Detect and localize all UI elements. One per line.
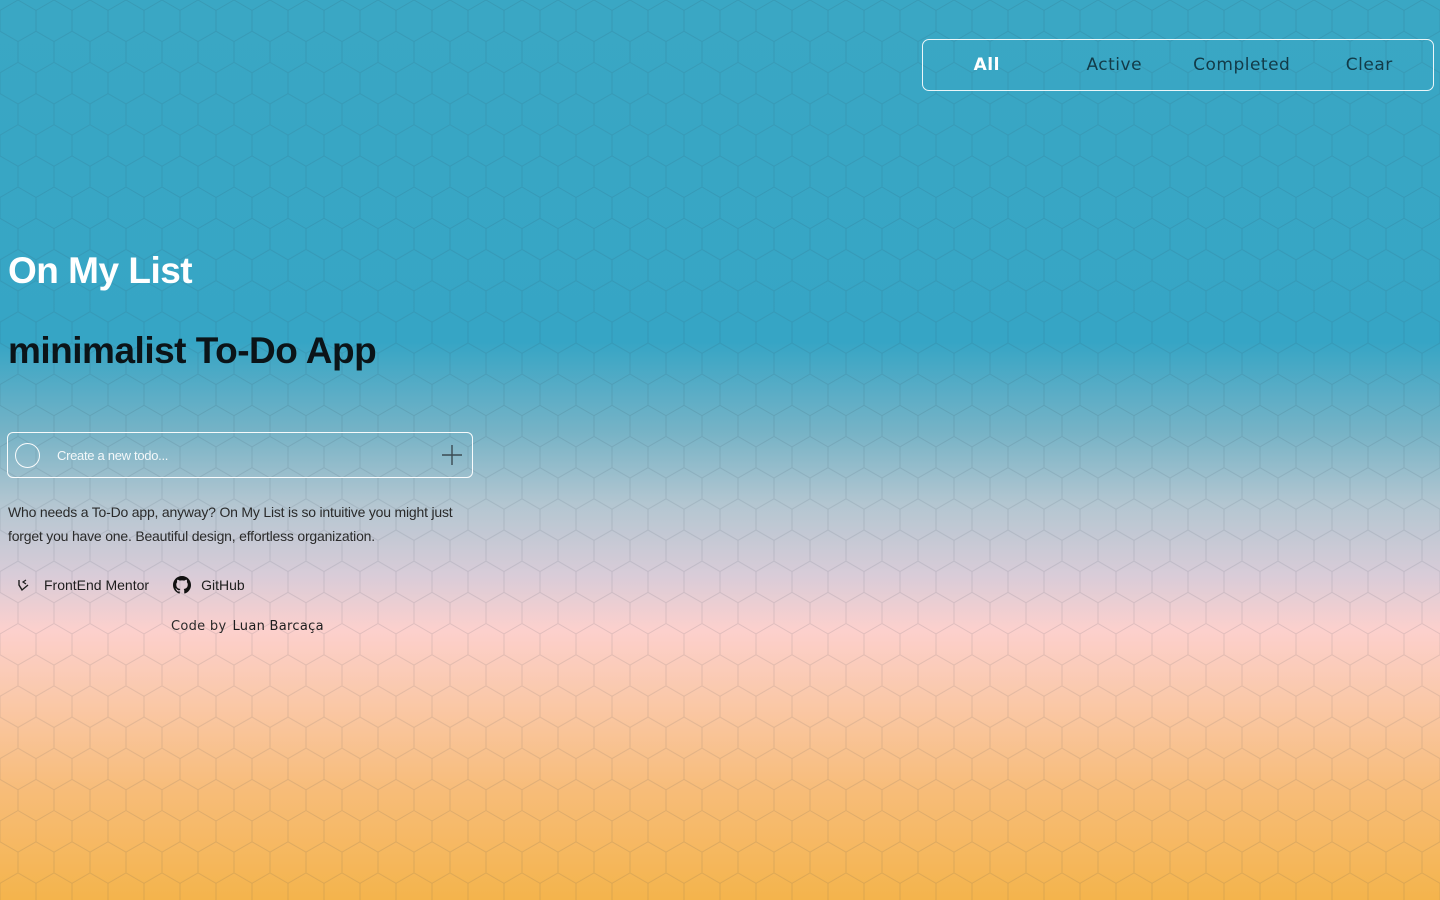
- filter-all-button[interactable]: All: [923, 40, 1051, 90]
- app-subtitle: minimalist To-Do App: [8, 330, 377, 371]
- clear-completed-button[interactable]: Clear: [1306, 40, 1434, 90]
- github-label: GitHub: [201, 577, 245, 593]
- filter-bar: All Active Completed Clear: [922, 39, 1434, 91]
- new-todo-input[interactable]: [55, 446, 438, 464]
- filter-completed-button[interactable]: Completed: [1178, 40, 1306, 90]
- frontend-mentor-label: FrontEnd Mentor: [44, 577, 150, 593]
- app-title: On My List: [8, 250, 193, 291]
- app-description: Who needs a To-Do app, anyway? On My Lis…: [8, 504, 453, 544]
- author-link[interactable]: Luan Barcaça: [232, 619, 323, 634]
- footer-links: FrontEnd Mentor GitHub: [14, 576, 245, 594]
- new-todo-form: [7, 432, 473, 478]
- add-todo-button[interactable]: [438, 441, 466, 469]
- frontend-mentor-link[interactable]: FrontEnd Mentor: [14, 576, 149, 594]
- author-credit: Code by Luan Barcaça: [171, 619, 324, 634]
- github-link[interactable]: GitHub: [173, 576, 245, 594]
- github-icon: [173, 576, 192, 594]
- frontend-mentor-icon: [18, 579, 29, 592]
- filter-active-button[interactable]: Active: [1051, 40, 1179, 90]
- credit-prefix: Code by: [171, 619, 227, 634]
- plus-icon: [442, 445, 462, 465]
- checkbox-circle-icon[interactable]: [15, 442, 40, 468]
